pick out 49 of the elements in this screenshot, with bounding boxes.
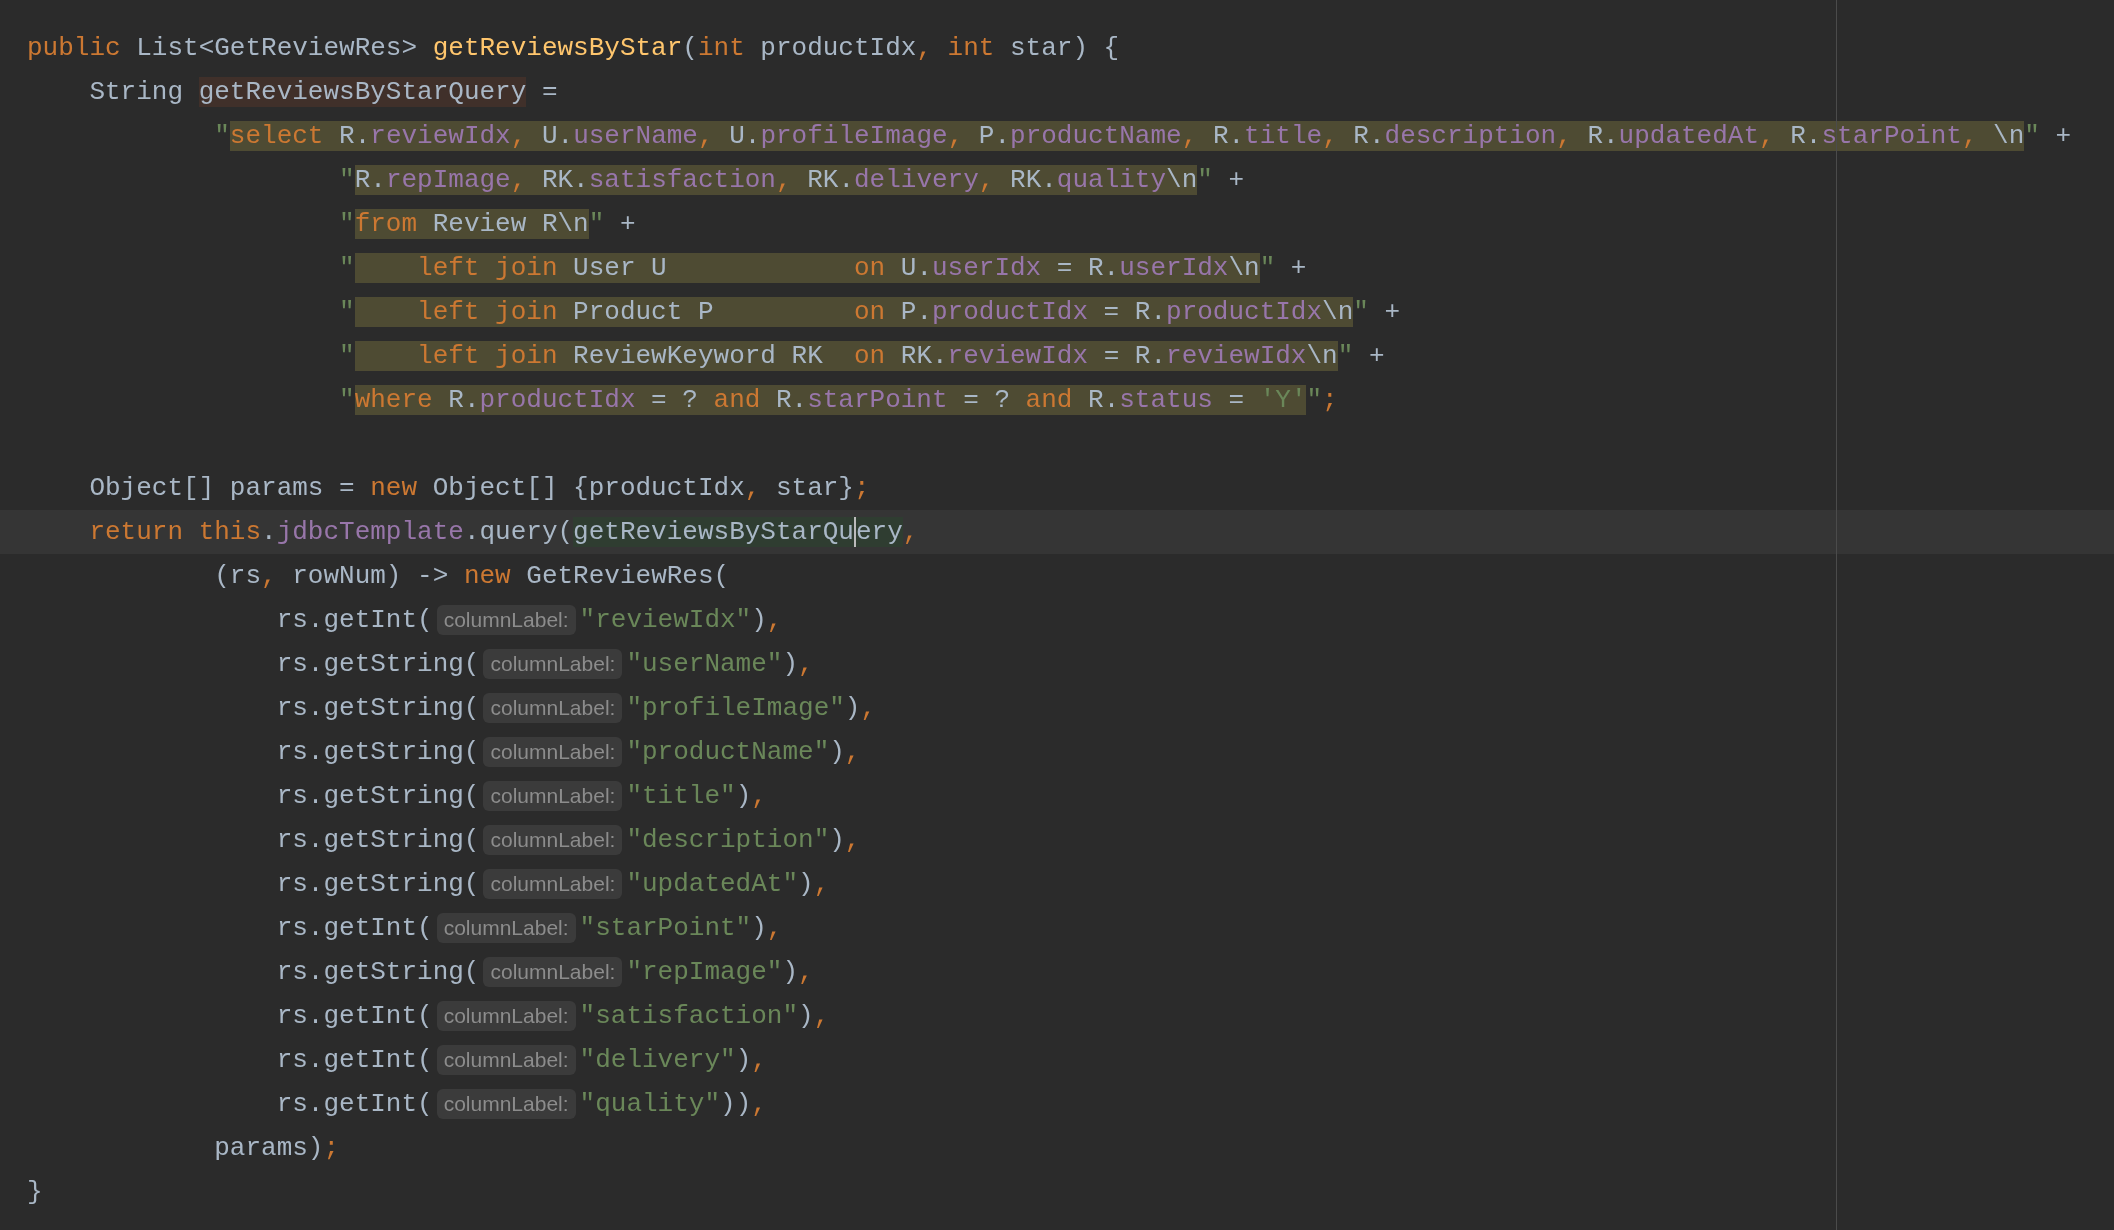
code-text: "userName"), [626, 647, 814, 681]
code-text: "satisfaction"), [579, 999, 830, 1033]
parameter-hint: columnLabel: [436, 605, 576, 635]
code-text: "productName"), [626, 735, 861, 769]
parameter-hint: columnLabel: [483, 737, 623, 767]
code-line: "select R.reviewIdx, U.userName, U.profileImage, P.productName, R.title, R.description, R.updatedAt, R.starPoint, \n" + [213, 119, 2072, 153]
code-text: "quality")), [579, 1087, 767, 1121]
code-text: rs.getInt( [275, 1043, 433, 1077]
code-text: rs.getInt( [275, 911, 433, 945]
parameter-hint: columnLabel: [483, 869, 623, 899]
code-text: rs.getString( [275, 735, 480, 769]
parameter-hint: columnLabel: [436, 1089, 576, 1119]
code-line: return this.jdbcTemplate.query(getReviewsByStarQuery, [88, 515, 919, 549]
code-line: "where R.productIdx = ? and R.starPoint = ? and R.status = 'Y'"; [338, 383, 1338, 417]
code-text: "repImage"), [626, 955, 814, 989]
parameter-hint: columnLabel: [483, 825, 623, 855]
parameter-hint: columnLabel: [483, 649, 623, 679]
parameter-hint: columnLabel: [483, 693, 623, 723]
code-text: rs.getInt( [275, 1087, 433, 1121]
code-text: "profileImage"), [626, 691, 877, 725]
code-text: "reviewIdx"), [579, 603, 783, 637]
parameter-hint: columnLabel: [436, 913, 576, 943]
code-line: Object[] params = new Object[] {productIdx, star}; [88, 471, 870, 505]
parameter-hint: columnLabel: [436, 1045, 576, 1075]
code-line: "R.repImage, RK.satisfaction, RK.delivery, RK.quality\n" + [338, 163, 1245, 197]
code-text: rs.getString( [275, 691, 480, 725]
code-text: "description"), [626, 823, 861, 857]
code-line: " left join ReviewKeyword RK on RK.reviewIdx = R.reviewIdx\n" + [338, 339, 1385, 373]
code-text: rs.getInt( [275, 603, 433, 637]
code-text: "starPoint"), [579, 911, 783, 945]
code-text: rs.getString( [275, 647, 480, 681]
code-line: params); [213, 1131, 340, 1165]
parameter-hint: columnLabel: [436, 1001, 576, 1031]
code-line: " left join User U on U.userIdx = R.userIdx\n" + [338, 251, 1307, 285]
code-text: rs.getString( [275, 867, 480, 901]
code-line: " left join Product P on P.productIdx = R.productIdx\n" + [338, 295, 1401, 329]
code-text: rs.getInt( [275, 999, 433, 1033]
code-text: "updatedAt"), [626, 867, 830, 901]
code-text: rs.getString( [275, 823, 480, 857]
parameter-hint: columnLabel: [483, 957, 623, 987]
code-line: public List<GetReviewRes> getReviewsByStar(int productIdx, int star) { [27, 31, 1120, 65]
parameter-hint: columnLabel: [483, 781, 623, 811]
code-line: (rs, rowNum) -> new GetReviewRes( [213, 559, 730, 593]
code-text: "delivery"), [579, 1043, 767, 1077]
code-text: "title"), [626, 779, 767, 813]
code-text: rs.getString( [275, 779, 480, 813]
code-line: String getReviewsByStarQuery = [88, 75, 558, 109]
code-text: rs.getString( [275, 955, 480, 989]
code-line: } [27, 1175, 43, 1209]
